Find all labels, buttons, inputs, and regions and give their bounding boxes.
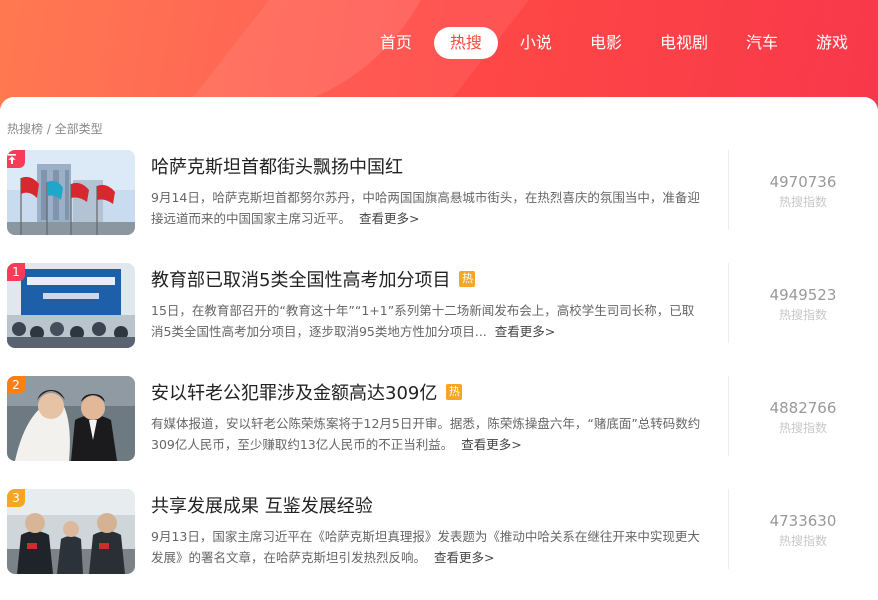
view-more-link[interactable]: 查看更多> (461, 437, 521, 452)
list-item[interactable]: 哈萨克斯坦首都街头飘扬中国红 9月14日，哈萨克斯坦首都努尔苏丹，中哈两国国旗高… (0, 148, 878, 261)
hot-index-value: 4970736 (769, 173, 837, 191)
divider (728, 150, 729, 230)
news-thumbnail[interactable] (7, 150, 135, 235)
hot-badge: 热 (446, 384, 463, 400)
breadcrumb[interactable]: 热搜榜 / 全部类型 (7, 120, 103, 137)
view-more-link[interactable]: 查看更多> (359, 211, 419, 226)
news-thumbnail[interactable]: 2 (7, 376, 135, 461)
hot-badge: 热 (459, 271, 476, 287)
news-title[interactable]: 教育部已取消5类全国性高考加分项目热 (151, 266, 476, 292)
rank-badge: 3 (7, 489, 25, 507)
hot-index-label: 热搜指数 (778, 534, 827, 548)
hot-index-label: 热搜指数 (778, 195, 827, 209)
pin-icon (7, 150, 25, 168)
nav-item-tv-series[interactable]: 电视剧 (644, 27, 724, 59)
header-banner: 首页 热搜 小说 电影 电视剧 汽车 游戏 (0, 0, 878, 110)
nav-item-movie[interactable]: 电影 (574, 27, 638, 59)
nav-item-game[interactable]: 游戏 (800, 27, 864, 59)
nav-item-home[interactable]: 首页 (364, 27, 428, 59)
news-summary: 9月14日，哈萨克斯坦首都努尔苏丹，中哈两国国旗高悬城市街头，在热烈喜庆的氛围当… (151, 190, 700, 226)
hot-search-list: 哈萨克斯坦首都街头飘扬中国红 9月14日，哈萨克斯坦首都努尔苏丹，中哈两国国旗高… (0, 148, 878, 600)
news-summary: 有媒体报道，安以轩老公陈荣炼案将于12月5日开审。据悉，陈荣炼操盘六年，“赌底面… (151, 416, 701, 452)
divider (728, 489, 729, 569)
news-summary: 15日，在教育部召开的“教育这十年”“1+1”系列第十二场新闻发布会上，高校学生… (151, 303, 695, 339)
list-item[interactable]: 3 共享发展成果 互鉴发展经验 9月13日，国家主席习近平在《哈萨克斯坦真理报》… (0, 487, 878, 600)
hot-index-label: 热搜指数 (778, 421, 827, 435)
news-title[interactable]: 哈萨克斯坦首都街头飘扬中国红 (151, 153, 403, 179)
nav-item-car[interactable]: 汽车 (730, 27, 794, 59)
view-more-link[interactable]: 查看更多> (434, 550, 494, 565)
hot-index-value: 4733630 (769, 512, 837, 530)
divider (728, 263, 729, 343)
rank-badge: 2 (7, 376, 25, 394)
hot-index-value: 4949523 (769, 286, 837, 304)
rank-badge: 1 (7, 263, 25, 281)
hot-index-label: 热搜指数 (778, 308, 827, 322)
content-panel: 热搜榜 / 全部类型 哈萨克斯坦首都街头飘扬中国红 9月14日，哈萨克斯坦首都努… (0, 97, 878, 600)
nav-item-hot-search[interactable]: 热搜 (433, 27, 498, 59)
divider (728, 376, 729, 456)
news-summary: 9月13日，国家主席习近平在《哈萨克斯坦真理报》发表题为《推动中哈关系在继往开来… (151, 529, 700, 565)
hot-index-value: 4882766 (769, 399, 837, 417)
news-title[interactable]: 安以轩老公犯罪涉及金额高达309亿热 (151, 379, 463, 405)
list-item[interactable]: 2 安以轩老公犯罪涉及金额高达309亿热 有媒体报道，安以轩老公陈荣炼案将于12… (0, 374, 878, 487)
news-thumbnail[interactable]: 1 (7, 263, 135, 348)
nav-item-novel[interactable]: 小说 (504, 27, 568, 59)
news-title[interactable]: 共享发展成果 互鉴发展经验 (151, 492, 373, 518)
news-thumbnail[interactable]: 3 (7, 489, 135, 574)
top-nav: 首页 热搜 小说 电影 电视剧 汽车 游戏 (358, 27, 864, 59)
view-more-link[interactable]: 查看更多> (495, 324, 555, 339)
list-item[interactable]: 1 教育部已取消5类全国性高考加分项目热 15日，在教育部召开的“教育这十年”“… (0, 261, 878, 374)
